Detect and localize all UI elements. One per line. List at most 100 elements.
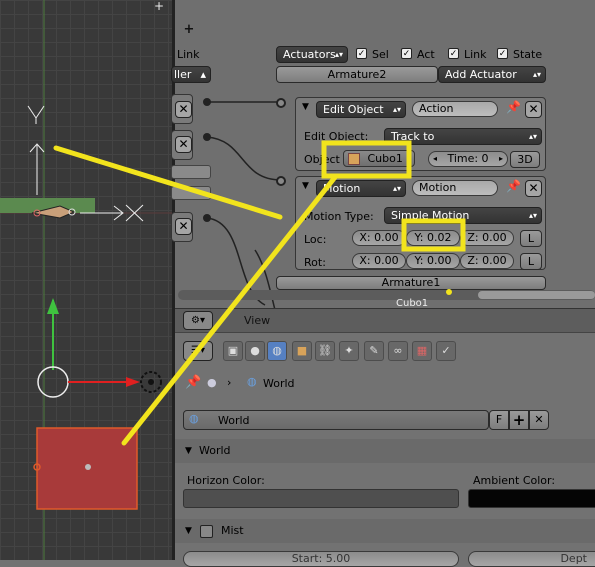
remove-actuator-button[interactable]: ✕ xyxy=(525,180,542,197)
actuator-input-socket-2[interactable] xyxy=(276,176,286,186)
loc-z-field[interactable]: Z: 0.00 xyxy=(460,230,514,246)
ambient-color-label: Ambient Color: xyxy=(473,474,556,487)
fake-user-button[interactable]: F xyxy=(489,410,509,430)
edit-object-label: Edit Object: xyxy=(304,130,369,143)
actuator-input-socket-1[interactable] xyxy=(276,98,286,108)
collapse-arrow-icon[interactable]: ▼ xyxy=(302,102,309,112)
controller-link-label: Link xyxy=(177,48,200,61)
controller-output-dot-1[interactable] xyxy=(203,98,211,106)
rot-local-toggle[interactable]: L xyxy=(520,253,542,270)
bone-constraint-tab-icon[interactable]: ∞ xyxy=(388,341,408,361)
rot-z-field[interactable]: Z: 0.00 xyxy=(460,253,514,269)
edit-object-dropdown[interactable]: Track to ▴▾ xyxy=(384,128,542,145)
actuators-dropdown[interactable]: Actuators ▴▾ xyxy=(276,46,348,63)
controller-output-dot-3[interactable] xyxy=(203,214,211,222)
object-value: Cubo1 xyxy=(367,152,403,165)
time-right-arrow-icon[interactable]: ▸ xyxy=(499,152,503,166)
sel-label: Sel xyxy=(372,48,389,61)
horizon-color-swatch[interactable] xyxy=(183,489,459,508)
dropdown-arrows-icon: ▴▾ xyxy=(334,50,343,59)
actuator-name-field[interactable]: Action xyxy=(412,101,498,117)
remove-controller-button-1[interactable]: ✕ xyxy=(175,101,192,118)
controller-output-dot-2[interactable] xyxy=(203,133,211,141)
sel-checkbox[interactable]: ✓ xyxy=(356,48,367,59)
world-selector[interactable]: ◍ World xyxy=(183,410,489,430)
object-name-bar[interactable]: Armature2 xyxy=(276,66,438,83)
world-tab-icon[interactable]: ◍ xyxy=(267,341,287,361)
mist-checkbox[interactable] xyxy=(200,525,213,538)
logic-editor-header: ⚙▾ View xyxy=(175,308,595,332)
remove-actuator-button[interactable]: ✕ xyxy=(525,101,542,118)
mist-panel-title: Mist xyxy=(221,524,244,537)
link-label: Link xyxy=(464,48,487,61)
add-actuator-label: Add Actuator xyxy=(445,68,517,81)
modifiers-tab-icon[interactable]: ✦ xyxy=(339,341,359,361)
object-field[interactable]: Cubo1 xyxy=(343,150,415,167)
actuator-type-dropdown[interactable]: Motion ▴▾ xyxy=(316,180,406,197)
rot-x-field[interactable]: X: 0.00 xyxy=(352,253,406,269)
3d-toggle-button[interactable]: 3D xyxy=(510,151,540,168)
state-checkbox[interactable]: ✓ xyxy=(497,48,508,59)
time-left-arrow-icon[interactable]: ◂ xyxy=(433,152,437,166)
object-tab-icon[interactable]: ■ xyxy=(292,341,312,361)
actuator-name-field[interactable]: Motion xyxy=(412,180,498,196)
loc-label: Loc: xyxy=(304,233,327,246)
editor-type-button[interactable]: ☰▾ xyxy=(183,341,213,361)
world-breadcrumb-icon: ◍ xyxy=(247,375,257,388)
loc-y-field[interactable]: Y: 0.02 xyxy=(406,230,460,246)
physics-tab-icon[interactable]: ✓ xyxy=(436,341,456,361)
footer-object-bar[interactable]: Armature1 xyxy=(276,276,546,290)
time-field[interactable]: ◂ Time: 0 ▸ xyxy=(428,151,508,167)
texture-tab-icon[interactable]: ▦ xyxy=(412,341,432,361)
collapse-arrow-icon[interactable]: ▼ xyxy=(302,181,309,191)
world-browse-icon[interactable]: ◍ xyxy=(189,412,199,425)
mist-depth-field[interactable]: Dept xyxy=(468,551,595,567)
constraints-tab-icon[interactable]: ⛓ xyxy=(315,341,335,361)
remove-controller-button-2[interactable]: ✕ xyxy=(175,136,192,153)
pin-icon[interactable]: 📌 xyxy=(185,375,201,390)
motion-type-value: Simple Motion xyxy=(391,209,470,222)
actuator-type-dropdown[interactable]: Edit Object ▴▾ xyxy=(316,101,406,118)
horizon-color-label: Horizon Color: xyxy=(187,474,265,487)
remove-controller-button-3[interactable]: ✕ xyxy=(175,218,192,235)
view-menu[interactable]: View xyxy=(244,314,270,327)
editor-type-button[interactable]: ⚙▾ xyxy=(183,311,213,330)
dropdown-arrows-icon: ▴▾ xyxy=(528,211,537,220)
3d-viewport[interactable]: + xyxy=(0,0,172,560)
lamp-circle xyxy=(37,366,69,398)
edit-object-actuator: ▼ Edit Object ▴▾ Action 📌 ✕ Edit Object:… xyxy=(295,97,546,171)
mist-depth-label: Dept xyxy=(560,552,587,565)
bone-tab-icon[interactable]: ✎ xyxy=(364,341,384,361)
mist-start-field[interactable]: Start: 5.00 xyxy=(183,551,459,567)
link-checkbox[interactable]: ✓ xyxy=(448,48,459,59)
state-label: State xyxy=(513,48,543,61)
add-actuator-dropdown[interactable]: Add Actuator ▴▾ xyxy=(438,66,546,83)
loc-x-field[interactable]: X: 0.00 xyxy=(352,230,406,246)
motion-type-dropdown[interactable]: Simple Motion ▴▾ xyxy=(384,207,542,224)
scene-tab-icon[interactable]: ● xyxy=(245,341,265,361)
loc-local-toggle[interactable]: L xyxy=(520,230,542,247)
world-panel-header[interactable]: ▼ World xyxy=(175,439,595,463)
horizontal-scrollbar[interactable] xyxy=(178,290,595,300)
controller-dropdown[interactable]: ller ▴ xyxy=(171,66,211,83)
render-tab-icon[interactable]: ▣ xyxy=(223,341,243,361)
ambient-color-swatch[interactable] xyxy=(468,489,595,508)
properties-editor: ☰▾ ▣ ● ◍ ■ ⛓ ✦ ✎ ∞ ▦ ✓ 📌 ● › ◍ World ◍ W… xyxy=(175,332,595,567)
actuator-type-label: Motion xyxy=(323,182,361,195)
edit-object-value: Track to xyxy=(391,130,435,143)
add-world-button[interactable]: + xyxy=(509,410,529,430)
unlink-world-button[interactable]: ✕ xyxy=(529,410,549,430)
viewport-scene xyxy=(0,0,172,560)
act-label: Act xyxy=(417,48,435,61)
logic-corner-plus-icon[interactable]: + xyxy=(183,23,195,36)
scrollbar-thumb[interactable] xyxy=(478,291,595,299)
motion-actuator: ▼ Motion ▴▾ Motion 📌 ✕ Motion Type: Simp… xyxy=(295,176,546,270)
pin-icon[interactable]: 📌 xyxy=(506,100,521,114)
pin-icon[interactable]: 📌 xyxy=(506,179,521,193)
act-checkbox[interactable]: ✓ xyxy=(401,48,412,59)
mist-panel-header[interactable]: ▼ Mist xyxy=(175,519,595,543)
world-panel-title: World xyxy=(199,444,231,457)
viewport-corner-plus-icon[interactable]: + xyxy=(153,0,165,13)
actuator-type-label: Edit Object xyxy=(323,103,384,116)
rot-y-field[interactable]: Y: 0.00 xyxy=(406,253,460,269)
